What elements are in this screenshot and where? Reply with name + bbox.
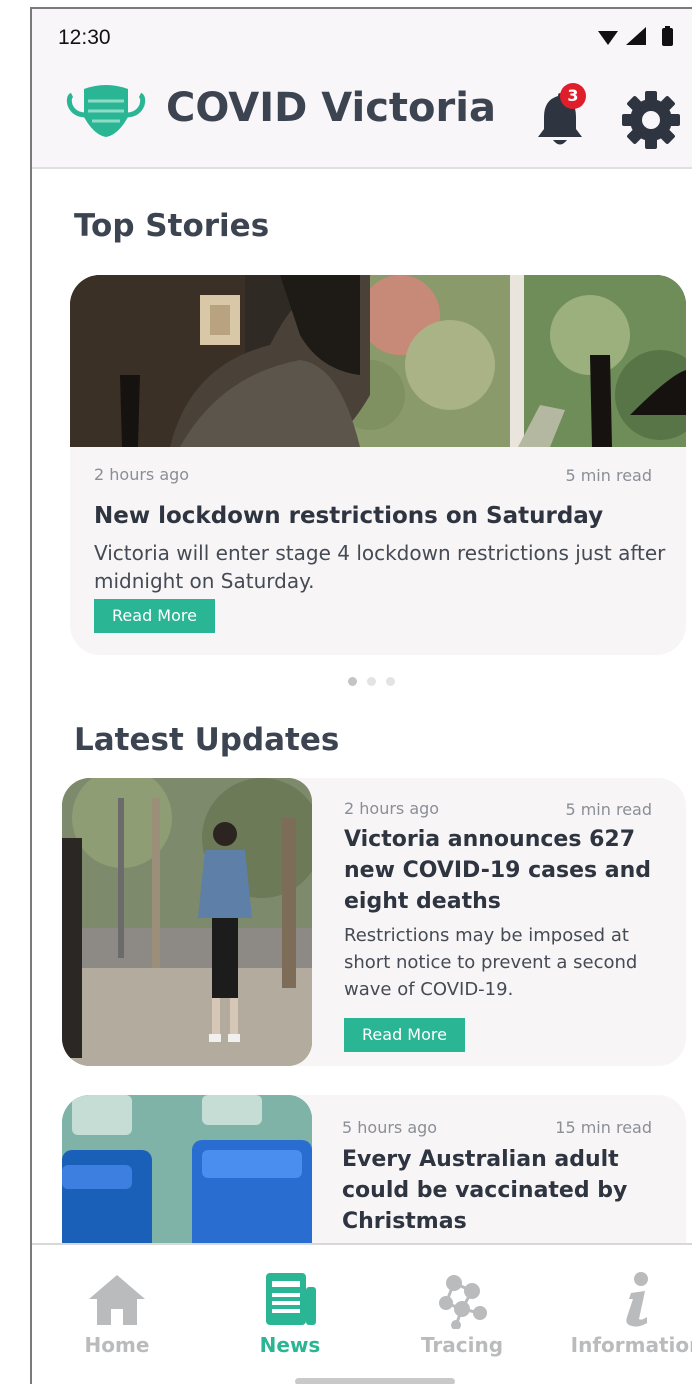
carousel-dot[interactable] xyxy=(386,677,395,686)
top-story-card[interactable]: 2 hours ago 5 min read New lockdown rest… xyxy=(70,275,686,655)
gear-icon[interactable] xyxy=(620,89,682,151)
story-image xyxy=(70,275,686,447)
nav-label-news: News xyxy=(259,1333,321,1357)
battery-icon xyxy=(662,26,673,46)
nav-item-news[interactable]: News xyxy=(215,1245,365,1365)
home-icon xyxy=(89,1275,145,1325)
app-title: COVID Victoria xyxy=(166,85,496,131)
tracing-icon xyxy=(439,1275,487,1329)
bottom-navigation: Home News Tracing Information xyxy=(32,1243,692,1384)
nav-label-information: Information xyxy=(570,1333,692,1357)
top-stories-heading: Top Stories xyxy=(74,208,270,244)
nav-label-home: Home xyxy=(84,1333,150,1357)
nav-item-tracing[interactable]: Tracing xyxy=(387,1245,537,1365)
app-header: 12:30 COVID Victoria 3 xyxy=(32,9,692,169)
phone-screen: 12:30 COVID Victoria 3 Top Stories 2 hou… xyxy=(30,7,692,1384)
status-time: 12:30 xyxy=(58,26,111,49)
update-time-ago: 2 hours ago xyxy=(344,799,440,818)
nav-label-tracing: Tracing xyxy=(420,1333,504,1357)
read-more-button[interactable]: Read More xyxy=(344,1018,465,1052)
story-read-time: 5 min read xyxy=(565,466,652,485)
story-summary: Victoria will enter stage 4 lockdown res… xyxy=(94,541,666,593)
update-read-time: 15 min read xyxy=(555,1118,652,1137)
update-headline: Victoria announces 627 new COVID-19 case… xyxy=(344,827,652,914)
notification-badge: 3 xyxy=(560,83,586,109)
carousel-dot[interactable] xyxy=(367,677,376,686)
update-card[interactable]: 2 hours ago 5 min read Victoria announce… xyxy=(62,778,686,1066)
update-read-time: 5 min read xyxy=(565,800,652,819)
update-summary: Restrictions may be imposed at short not… xyxy=(344,925,638,1000)
read-more-button[interactable]: Read More xyxy=(94,599,215,633)
information-icon xyxy=(626,1272,648,1327)
news-icon xyxy=(266,1273,316,1325)
update-headline: Every Australian adult could be vaccinat… xyxy=(342,1147,628,1234)
nav-item-home[interactable]: Home xyxy=(42,1245,192,1365)
latest-updates-heading: Latest Updates xyxy=(74,722,340,758)
story-time-ago: 2 hours ago xyxy=(94,465,190,484)
update-time-ago: 5 hours ago xyxy=(342,1118,438,1137)
status-icons xyxy=(598,26,673,46)
carousel-dot-active[interactable] xyxy=(348,677,357,686)
mask-logo-icon xyxy=(66,85,146,137)
nav-item-information[interactable]: Information xyxy=(562,1245,692,1365)
story-headline: New lockdown restrictions on Saturday xyxy=(94,503,604,529)
update-image xyxy=(62,778,312,1066)
carousel-indicator[interactable] xyxy=(348,677,398,689)
wifi-icon xyxy=(598,31,618,45)
gesture-bar[interactable] xyxy=(295,1378,455,1384)
cell-signal-icon xyxy=(626,27,646,45)
